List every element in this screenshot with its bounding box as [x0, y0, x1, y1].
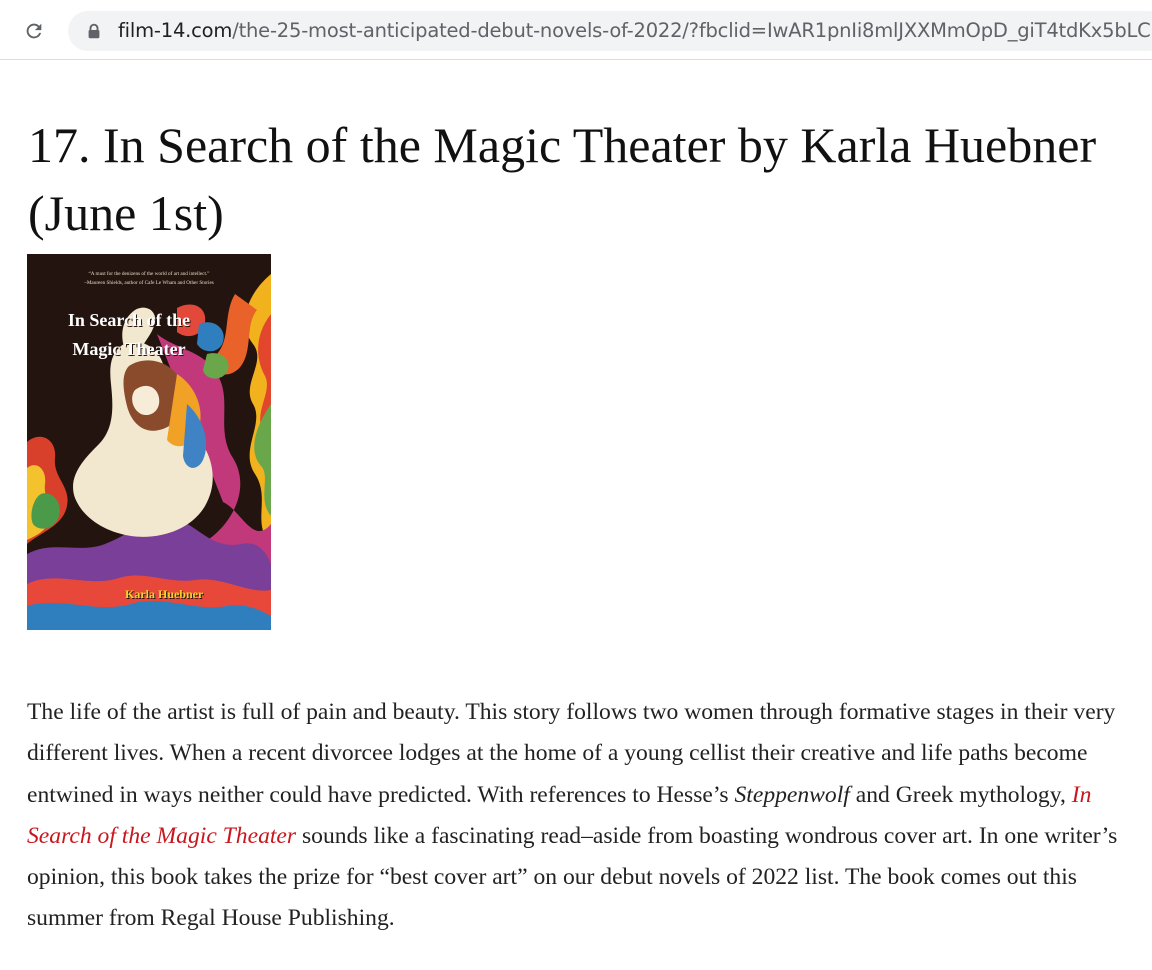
cover-blurb-quote: “A must for the denizens of the world of…	[88, 271, 210, 277]
reload-button[interactable]	[17, 14, 51, 48]
url-path: /the-25-most-anticipated-debut-novels-of…	[232, 19, 1152, 42]
url-domain: film-14.com	[118, 19, 233, 42]
article-title: 17. In Search of the Magic Theater by Ka…	[28, 117, 1097, 241]
url-text[interactable]: film-14.com/the-25-most-anticipated-debu…	[118, 20, 1152, 42]
body-text-part2: and Greek mythology,	[849, 781, 1072, 808]
cover-blurb-attribution: –Maureen Shields, author of Cafe Le Wham…	[84, 280, 214, 286]
lock-icon[interactable]	[86, 23, 102, 39]
cover-author: Karla Huebner	[125, 587, 204, 601]
reload-icon	[26, 23, 42, 39]
book-cover-image: “A must for the denizens of the world of…	[27, 254, 271, 630]
steppenwolf-emphasis: Steppenwolf	[734, 781, 850, 808]
browser-toolbar: film-14.com/the-25-most-anticipated-debu…	[0, 0, 1152, 60]
article-paragraph: The life of the artist is full of pain a…	[27, 692, 1145, 940]
cover-title-line2: Magic Theater	[72, 339, 186, 359]
cover-title: In Search of the Magic Theater	[27, 306, 231, 364]
address-bar[interactable]: film-14.com/the-25-most-anticipated-debu…	[68, 11, 1152, 51]
cover-blurb: “A must for the denizens of the world of…	[27, 270, 271, 288]
cover-title-line1: In Search of the	[67, 310, 191, 330]
